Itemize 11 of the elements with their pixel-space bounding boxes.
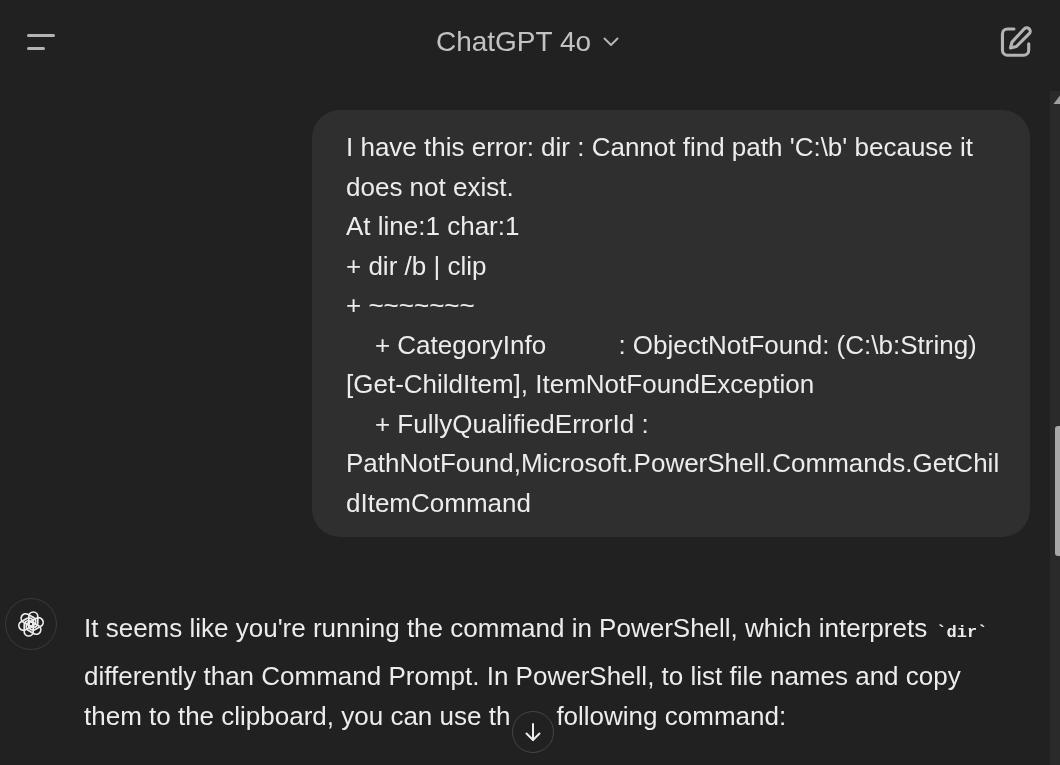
chevron-down-icon bbox=[603, 37, 620, 47]
scrollbar[interactable] bbox=[1050, 91, 1060, 765]
scroll-down-button[interactable] bbox=[512, 711, 554, 753]
response-text: following command: bbox=[556, 700, 787, 733]
scroll-up-icon[interactable] bbox=[1053, 95, 1060, 104]
message-text: I have this error: dir : Cannot find path 'C:\b' because it does not exist. At line:1 char:1 + dir /b | clip + ~~~~~~~ + CategoryInfo : ObjectNotFound: (C:\b:String) [Get-ChildItem], ItemNotFoundException + FullyQualifiedErrorId : PathNotFound,Microsoft.PowerShell.Commands.GetChil dItemCommand bbox=[346, 131, 1001, 520]
arrow-down-icon bbox=[523, 722, 543, 742]
model-selector[interactable]: ChatGPT 4o bbox=[427, 23, 628, 61]
response-text: them to the clipboard, you can use th bbox=[84, 700, 511, 733]
logo-icon bbox=[5, 598, 57, 650]
scrollbar-thumb[interactable] bbox=[1055, 426, 1060, 556]
